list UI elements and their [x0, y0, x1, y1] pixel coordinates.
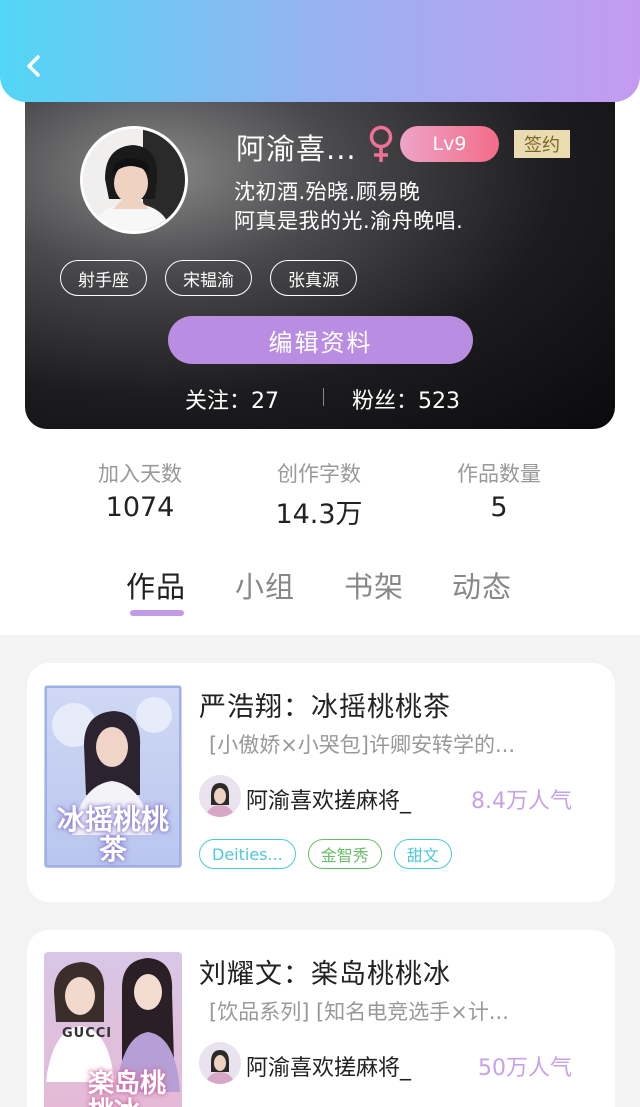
work-card[interactable]: GUCCI 楽岛桃桃冰 刘耀文：楽岛桃桃冰 [饮品系列] [知名电竞选手×计..… — [27, 930, 615, 1107]
back-button[interactable] — [16, 48, 52, 84]
tab-active-indicator — [130, 610, 184, 616]
follow-stats: 关注：27 粉丝：523 — [25, 380, 615, 414]
work-tags: Deities... 金智秀 甜文 — [199, 839, 452, 869]
stat-value: 1074 — [105, 492, 175, 523]
tab-works[interactable]: 作品 — [126, 564, 186, 606]
book-cover[interactable]: GUCCI 楽岛桃桃冰 — [44, 952, 182, 1107]
bio-line: 沈初酒.殆晓.顾易晚 — [234, 180, 421, 204]
edit-profile-button[interactable]: 编辑资料 — [168, 316, 473, 364]
stat-value: 5 — [490, 492, 508, 523]
bio: 沈初酒.殆晓.顾易晚 阿真是我的光.渝舟晚唱. — [234, 178, 463, 236]
chevron-left-icon — [27, 55, 40, 77]
profile-tag[interactable]: 张真源 — [270, 260, 357, 296]
stat-join-days: 加入天数 1074 — [50, 458, 230, 523]
cover-title: 楽岛桃桃冰 — [88, 1069, 167, 1107]
stat-works-count: 作品数量 5 — [409, 458, 589, 523]
username: 阿渝喜... — [236, 132, 357, 166]
cover-brand: GUCCI — [62, 1026, 113, 1041]
work-tag[interactable]: Deities... — [199, 839, 296, 869]
work-tag[interactable]: 金智秀 — [307, 839, 382, 869]
tab-activity[interactable]: 动态 — [452, 564, 512, 606]
following-count[interactable]: 关注：27 — [185, 383, 279, 415]
top-header — [0, 0, 640, 102]
stat-value: 14.3万 — [275, 499, 363, 530]
profile-tag[interactable]: 射手座 — [60, 260, 147, 296]
bio-line: 阿真是我的光.渝舟晚唱. — [234, 209, 464, 233]
stat-word-count: 创作字数 14.3万 — [229, 458, 409, 531]
work-description: [小傲娇×小哭包]许卿安转学的... — [209, 733, 516, 757]
work-title: 严浩翔：冰摇桃桃茶 — [199, 692, 451, 723]
work-description: [饮品系列] [知名电竞选手×计... — [209, 1000, 509, 1024]
work-author: 阿渝喜欢搓麻将_ — [246, 789, 412, 814]
book-cover[interactable]: 冰摇桃桃茶 — [44, 685, 182, 868]
work-popularity: 50万人气 — [478, 1056, 572, 1081]
work-popularity: 8.4万人气 — [471, 789, 572, 814]
work-author: 阿渝喜欢搓麻将_ — [246, 1056, 412, 1081]
divider — [323, 388, 324, 406]
work-title: 刘耀文：楽岛桃桃冰 — [199, 959, 451, 990]
stats-card: 加入天数 1074 创作字数 14.3万 作品数量 5 — [50, 430, 588, 550]
work-tag[interactable]: 甜文 — [393, 839, 452, 869]
work-card[interactable]: 冰摇桃桃茶 严浩翔：冰摇桃桃茶 [小傲娇×小哭包]许卿安转学的... 阿渝喜欢搓… — [27, 663, 615, 902]
profile-card: 阿渝喜... Lv9 签约 沈初酒.殆晓.顾易晚 阿真是我的光.渝舟晚唱. 射手… — [25, 80, 615, 429]
cover-title: 冰摇桃桃茶 — [56, 803, 169, 866]
author-avatar — [199, 775, 241, 817]
stat-label: 作品数量 — [457, 462, 541, 486]
tab-groups[interactable]: 小组 — [235, 564, 295, 606]
stat-label: 创作字数 — [277, 462, 361, 486]
profile-tag[interactable]: 宋韫渝 — [165, 260, 252, 296]
followers-count[interactable]: 粉丝：523 — [352, 383, 460, 415]
profile-tags: 射手座 宋韫渝 张真源 — [60, 260, 357, 296]
avatar[interactable] — [80, 126, 188, 234]
level-badge: Lv9 — [400, 126, 499, 162]
stat-label: 加入天数 — [98, 462, 182, 486]
female-icon — [369, 125, 393, 162]
content-tabs: 作品 小组 书架 动态 — [0, 560, 640, 630]
author-avatar — [199, 1042, 241, 1084]
contract-badge: 签约 — [514, 130, 570, 158]
tab-bookshelf[interactable]: 书架 — [344, 564, 404, 606]
